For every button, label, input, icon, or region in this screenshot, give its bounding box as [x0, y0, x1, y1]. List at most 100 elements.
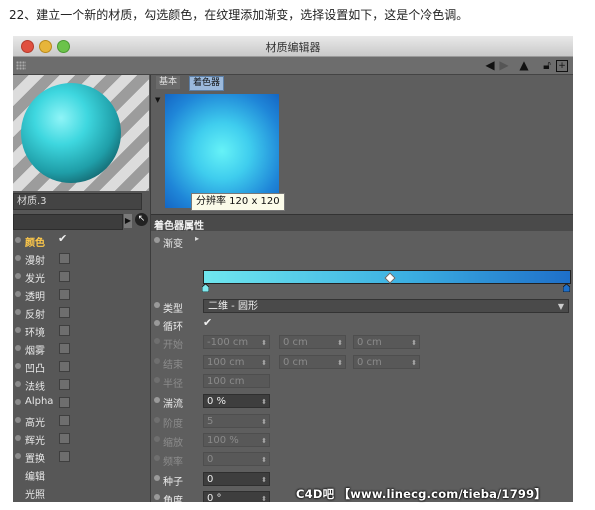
left-panel: 材质.3 ▶ ↖ 颜色 ✔ 漫射 发光 透明 反射 环境 烟雾 凹凸 法线 Al…: [13, 75, 151, 502]
material-editor-window: 材质编辑器 ◀ ▶ ▲ 🔓︎ + 材质.3 ▶ ↖ 颜色 ✔ 漫射 发光 透明 …: [13, 36, 573, 502]
channel-item[interactable]: 高光: [13, 412, 149, 429]
channel-item[interactable]: 法线: [13, 376, 149, 393]
channel-item[interactable]: 透明: [13, 286, 149, 303]
turbulence-row: 湍流 0 % ⬍: [151, 392, 573, 411]
scale-row: 缩放 100 % ⬍: [151, 431, 573, 450]
forward-arrow-icon[interactable]: ▶: [497, 58, 511, 72]
right-panel: 基本 着色器 ▼ 分辨率 120 x 120 着色器属性 渐变 ▸ 类型 二维 …: [151, 75, 573, 502]
channel-item[interactable]: Alpha: [13, 394, 149, 411]
channel-item[interactable]: 置换: [13, 448, 149, 465]
bullet-icon: [15, 399, 21, 405]
type-row: 类型 二维 - 圆形 ▼: [151, 297, 573, 316]
expand-triangle-icon[interactable]: ▸: [195, 234, 199, 243]
channel-checkbox[interactable]: [59, 307, 70, 318]
channel-item[interactable]: 烟雾: [13, 340, 149, 357]
bullet-icon: [15, 453, 21, 459]
octaves-field[interactable]: 5 ⬍: [203, 414, 270, 428]
type-dropdown[interactable]: 二维 - 圆形 ▼: [203, 299, 569, 313]
channel-item[interactable]: 漫射: [13, 250, 149, 267]
end-z-field[interactable]: 0 cm ⬍: [353, 355, 420, 369]
channel-checkbox[interactable]: [59, 433, 70, 444]
arrow-right-icon[interactable]: ▶: [124, 214, 132, 228]
channel-item[interactable]: 颜色 ✔: [13, 232, 149, 249]
shader-properties-header: 着色器属性: [151, 214, 573, 232]
instruction-text: 22、建立一个新的材质，勾选颜色，在纹理添加渐变，选择设置如下，这是个冷色调。: [9, 8, 469, 22]
toolbar: ◀ ▶ ▲ 🔓︎ +: [13, 57, 573, 75]
frequency-field[interactable]: 0 ⬍: [203, 452, 270, 466]
channel-item[interactable]: 环境: [13, 322, 149, 339]
bullet-icon: [15, 345, 21, 351]
bullet-icon: [154, 494, 160, 500]
angle-field[interactable]: 0 ° ⬍: [203, 491, 270, 502]
channel-item[interactable]: 光照: [13, 484, 149, 501]
start-y-field[interactable]: 0 cm ⬍: [279, 335, 346, 349]
start-row: 开始 -100 cm ⬍ 0 cm ⬍ 0 cm ⬍: [151, 333, 573, 352]
end-y-field[interactable]: 0 cm ⬍: [279, 355, 346, 369]
channel-item[interactable]: 发光: [13, 268, 149, 285]
bullet-icon: [15, 237, 21, 243]
gradient-end-handle[interactable]: [563, 284, 570, 292]
bullet-icon: [154, 237, 160, 243]
bullet-icon: [154, 436, 160, 442]
material-preview[interactable]: [13, 75, 149, 191]
start-z-field[interactable]: 0 cm ⬍: [353, 335, 420, 349]
sphere-preview: [21, 83, 121, 183]
channel-item[interactable]: 编辑: [13, 466, 149, 483]
bullet-icon: [154, 358, 160, 364]
channel-checkbox[interactable]: [59, 451, 70, 462]
scale-field[interactable]: 100 % ⬍: [203, 433, 270, 447]
back-arrow-icon[interactable]: ◀: [483, 58, 497, 72]
channel-checkbox[interactable]: [59, 361, 70, 372]
lock-icon[interactable]: 🔓︎: [540, 58, 554, 72]
gradient-handles: [202, 284, 571, 293]
channel-checkbox[interactable]: [59, 325, 70, 336]
up-arrow-icon[interactable]: ▲: [517, 58, 531, 72]
bullet-icon: [15, 309, 21, 315]
channel-item[interactable]: 凹凸: [13, 358, 149, 375]
bullet-icon: [154, 320, 160, 326]
channel-item[interactable]: 反射: [13, 304, 149, 321]
tab-basic[interactable]: 基本: [156, 76, 181, 89]
channel-search-input[interactable]: [13, 214, 123, 230]
bullet-icon: [15, 381, 21, 387]
bullet-icon: [15, 291, 21, 297]
pointer-icon[interactable]: ↖: [135, 213, 148, 226]
frequency-row: 频率 0 ⬍: [151, 450, 573, 469]
channel-checkbox[interactable]: [59, 343, 70, 354]
channel-checkbox[interactable]: [59, 271, 70, 282]
collapse-triangle-icon[interactable]: ▼: [155, 96, 160, 104]
start-x-field[interactable]: -100 cm ⬍: [203, 335, 270, 349]
bullet-icon: [154, 377, 160, 383]
octaves-row: 阶度 5 ⬍: [151, 412, 573, 431]
cycle-row: 循环 ✔: [151, 315, 573, 334]
channel-checkbox[interactable]: [59, 415, 70, 426]
bullet-icon: [154, 417, 160, 423]
channel-checkbox[interactable]: [59, 289, 70, 300]
end-x-field[interactable]: 100 cm ⬍: [203, 355, 270, 369]
bullet-icon: [154, 338, 160, 344]
seed-field[interactable]: 0 ⬍: [203, 472, 270, 486]
bullet-icon: [154, 455, 160, 461]
tab-shader[interactable]: 着色器: [189, 76, 225, 91]
resolution-tooltip: 分辨率 120 x 120: [191, 193, 285, 211]
gradient-row: 渐变 ▸: [151, 232, 573, 251]
channel-checkbox[interactable]: [59, 253, 70, 264]
channel-item[interactable]: 辉光: [13, 430, 149, 447]
shader-preview: [165, 94, 279, 208]
bullet-icon: [154, 397, 160, 403]
channel-checkbox[interactable]: [59, 379, 70, 390]
bullet-icon: [15, 327, 21, 333]
watermark: C4D吧 【www.linecg.com/tieba/1799】: [296, 487, 547, 501]
expand-icon[interactable]: +: [556, 60, 568, 72]
channel-checkbox[interactable]: [59, 397, 70, 408]
cycle-checkbox[interactable]: ✔: [203, 316, 212, 329]
radius-field[interactable]: 100 cm: [203, 374, 270, 388]
bullet-icon: [15, 417, 21, 423]
grip-icon[interactable]: [16, 61, 26, 70]
turbulence-field[interactable]: 0 % ⬍: [203, 394, 270, 408]
gradient-start-handle[interactable]: [202, 284, 209, 292]
bullet-icon: [154, 302, 160, 308]
checkmark-icon[interactable]: ✔: [58, 232, 67, 245]
material-name-field[interactable]: 材质.3: [13, 193, 142, 210]
bullet-icon: [15, 255, 21, 261]
